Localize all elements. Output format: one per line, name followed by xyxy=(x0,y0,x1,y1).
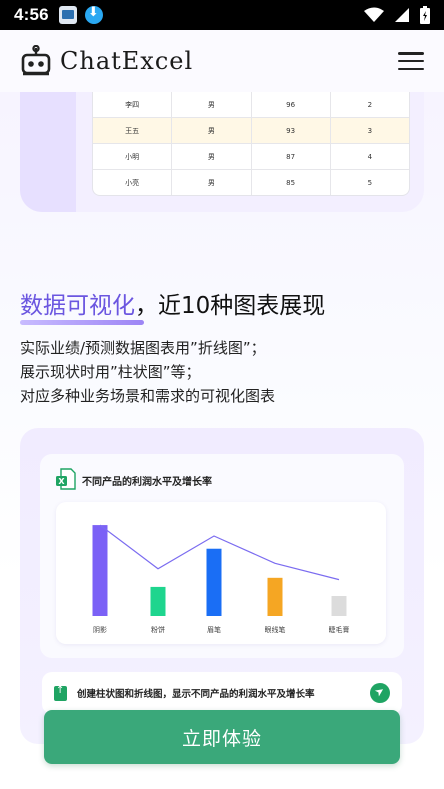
table-preview-card: 李四 男 96 2 王五 男 93 3 小明 男 87 4 小亮 男 85 5 xyxy=(20,92,424,212)
section-desc-line: 对应多种业务场景和需求的可视化图表 xyxy=(20,387,276,405)
chart-box: 阴影 粉饼 眉笔 眼线笔 睫毛膏 xyxy=(56,502,386,644)
table-cell-name: 李四 xyxy=(93,92,173,117)
section-desc-line: 实际业绩/预测数据图表用”折线图”； xyxy=(20,339,266,357)
section-desc-line: 展示现状时用”柱状图”等； xyxy=(20,363,201,381)
table-cell-score: 93 xyxy=(252,118,331,143)
wifi-icon xyxy=(364,7,384,22)
chart-x-tick-label: 睫毛膏 xyxy=(329,625,350,634)
table-card-strip xyxy=(20,92,76,212)
table-cell-rank: 5 xyxy=(367,179,373,187)
chart-bar-睫毛膏 xyxy=(331,596,347,616)
chart-bar-粉饼 xyxy=(150,586,166,616)
table-row: 小明 男 87 4 xyxy=(93,144,409,170)
chart-x-tick-label: 眉笔 xyxy=(207,625,221,634)
send-icon[interactable] xyxy=(370,683,390,703)
chart-bar-眼线笔 xyxy=(267,577,283,616)
table-cell-gender: 男 xyxy=(172,92,252,117)
section-heading-rest: ，近10种图表展现 xyxy=(135,293,326,319)
app-header: ChatExcel xyxy=(0,30,444,92)
table-cell-rank: 3 xyxy=(367,126,373,135)
table-cell-score: 87 xyxy=(252,144,331,169)
chart-panel: X 不同产品的利润水平及增长率 阴影 粉饼 眉笔 眼线笔 睫毛膏 xyxy=(40,454,404,658)
chart-x-tick-label: 眼线笔 xyxy=(265,625,286,634)
app-icon xyxy=(58,6,77,24)
upload-file-icon[interactable] xyxy=(54,685,67,701)
chart-x-tick-label: 粉饼 xyxy=(151,625,165,634)
section-heading-accent: 数据可视化 xyxy=(20,293,135,319)
chart-title: 不同产品的利润水平及增长率 xyxy=(82,477,212,488)
table-cell-gender: 男 xyxy=(172,118,252,143)
chart-demo-card: X 不同产品的利润水平及增长率 阴影 粉饼 眉笔 眼线笔 睫毛膏 创建柱状图和折线图，显… xyxy=(20,428,424,744)
table-cell-name: 小亮 xyxy=(93,170,173,195)
chart-bar-阴影 xyxy=(92,525,108,616)
table-cell-gender: 男 xyxy=(172,144,252,169)
table-cell-rank: 2 xyxy=(367,100,373,109)
chart-x-tick-label: 阴影 xyxy=(93,625,107,634)
status-time: 4:56 xyxy=(14,5,49,24)
table-cell-rank: 4 xyxy=(367,152,373,161)
table-row: 李四 男 96 2 xyxy=(93,92,409,118)
status-bar: 4:56 xyxy=(0,0,444,30)
battery-icon xyxy=(420,6,430,24)
table-cell-gender: 男 xyxy=(172,170,252,195)
table-cell-name: 王五 xyxy=(93,118,173,143)
table-cell-score: 96 xyxy=(252,92,331,117)
prompt-input-bar[interactable]: 创建柱状图和折线图，显示不同产品的利润水平及增长率 xyxy=(42,672,402,714)
table-row-highlighted: 王五 男 93 3 xyxy=(93,118,409,144)
download-icon xyxy=(84,5,103,24)
excel-file-icon: X xyxy=(56,468,76,490)
logo-text: ChatExcel xyxy=(60,47,194,75)
table-cell-name: 小明 xyxy=(93,144,173,169)
prompt-text: 创建柱状图和折线图，显示不同产品的利润水平及增长率 xyxy=(77,689,315,700)
table-cell-score: 85 xyxy=(252,170,331,195)
heading-underline xyxy=(20,320,144,325)
robot-icon xyxy=(21,45,51,76)
table-row: 小亮 男 85 5 xyxy=(93,170,409,195)
svg-text:X: X xyxy=(58,477,65,486)
hamburger-menu-icon[interactable] xyxy=(398,52,424,70)
chart-bar-眉笔 xyxy=(206,548,222,616)
try-now-button[interactable]: 立即体验 xyxy=(44,710,400,764)
cellular-icon xyxy=(395,8,409,22)
section-heading: 数据可视化，近10种图表展现 xyxy=(20,286,325,320)
data-table: 李四 男 96 2 王五 男 93 3 小明 男 87 4 小亮 男 85 5 xyxy=(92,92,410,196)
combo-chart: 阴影 粉饼 眉笔 眼线笔 睫毛膏 xyxy=(92,524,350,634)
